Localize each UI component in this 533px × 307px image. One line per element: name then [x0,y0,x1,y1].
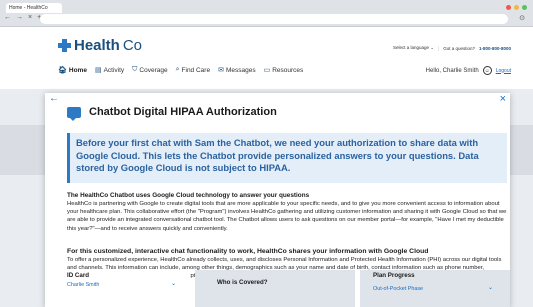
window-controls [506,5,527,10]
card-label: Who is Covered? [217,279,268,286]
browser-menu-icon[interactable]: ⊙ [519,14,525,22]
forward-arrow-icon[interactable]: → [16,14,23,22]
shield-icon: ⛉ [132,66,138,73]
logo-text-bold: Health [74,37,120,54]
nav-item-messages[interactable]: ✉ Messages [218,66,256,75]
nav-label: Home [68,66,87,74]
card-value: Charlie Smith [67,282,100,288]
cross-logo-icon [58,39,71,52]
close-tab-icon[interactable]: × [28,14,32,22]
url-bar[interactable] [40,14,508,24]
window-minimize-dot[interactable] [514,5,519,10]
language-label: Select a language [392,45,429,50]
support-phone[interactable]: 1-800-800-8000 [479,46,511,51]
activity-icon: ▤ [94,67,102,74]
logo-text-light: Co [122,37,143,54]
nav-label: Find Care [181,66,211,74]
language-select[interactable]: Select a language ⌄ [393,45,434,51]
chevron-down-icon: ⌄ [171,281,177,287]
divider: | [438,45,440,51]
search-icon: ⌕ [175,66,180,73]
section-heading: The HealthCo Chatbot uses Google Cloud t… [67,192,310,199]
modal-header: Chatbot Digital HIPAA Authorization [67,106,277,121]
nav-item-activity[interactable]: ▤ Activity [94,66,125,75]
covered-card[interactable]: Who is Covered? [195,270,355,307]
window-close-dot[interactable] [506,5,511,10]
user-greeting: Hello, Charlie Smith [425,67,479,74]
logout-link[interactable]: Logout [496,68,511,74]
dashboard-cards: ID Card Charlie Smith ⌄ Who is Covered? … [45,270,510,307]
chat-bubble-icon [67,106,81,121]
back-arrow-icon[interactable]: ← [4,14,11,22]
card-label: ID Card [67,272,90,279]
browser-chrome: Home - HealthCo ← → × + ⊙ ⊙ [0,0,533,27]
nav-item-coverage[interactable]: ⛉ Coverage [132,66,167,74]
avatar-icon[interactable]: ☺ [482,66,492,75]
question-prefix: Got a question? [443,45,475,51]
healthco-logo[interactable]: Health Co [58,37,142,54]
document-icon: ▭ [263,67,271,74]
plan-progress-card[interactable]: Plan Progress Out-of-Pocket Phase ⌄ [360,270,510,307]
authorization-callout: Before your first chat with Sam the Chat… [67,133,507,183]
section-heading: For this customized, interactive chat fu… [67,248,429,255]
id-card-card[interactable]: ID Card Charlie Smith ⌄ [45,270,190,307]
home-icon: 🏠︎ [58,67,67,74]
window-maximize-dot[interactable] [522,5,527,10]
close-icon[interactable]: × [500,93,506,105]
nav-item-home[interactable]: 🏠︎ Home [58,66,87,75]
browser-tab[interactable]: Home - HealthCo [6,3,62,13]
card-value: Out-of-Pocket Phase [373,286,424,292]
section-body: HealthCo is partnering with Google to cr… [67,201,507,232]
nav-item-resources[interactable]: ▭ Resources [263,66,304,75]
modal-title: Chatbot Digital HIPAA Authorization [89,106,277,118]
nav-label: Coverage [139,66,168,74]
card-label: Plan Progress [373,272,415,279]
nav-label: Activity [103,66,125,74]
chevron-down-icon: ⌄ [488,285,494,291]
nav-label: Resources [272,66,304,74]
user-menu: Hello, Charlie Smith ☺ Logout [426,66,511,75]
chevron-down-icon: ⌄ [430,45,435,50]
site-header: Health Co Select a language ⌄ | Got a que… [0,27,533,89]
back-arrow-icon[interactable]: ← [49,93,59,104]
nav-label: Messages [225,66,256,74]
utility-bar: Select a language ⌄ | Got a question? 1-… [393,45,511,51]
section-google-cloud: The HealthCo Chatbot uses Google Cloud t… [67,192,507,233]
nav-item-find-care[interactable]: ⌕ Find Care [176,66,210,74]
main-nav: 🏠︎ Home ▤ Activity ⛉ Coverage ⌕ Find Care ✉ M… [58,66,303,74]
envelope-icon: ✉ [218,67,224,74]
